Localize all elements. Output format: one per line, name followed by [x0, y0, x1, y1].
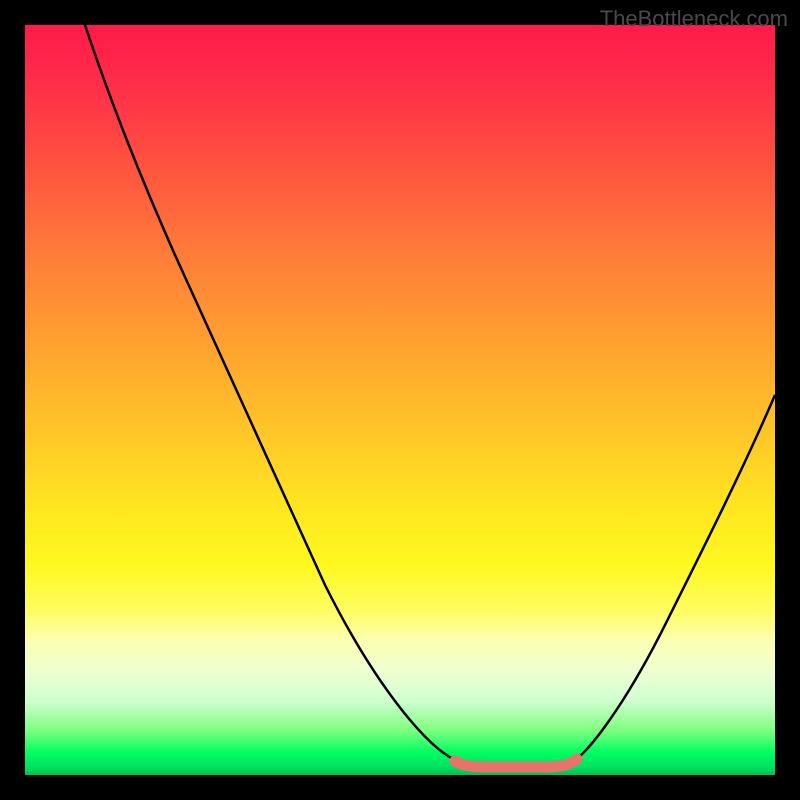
bottleneck-curve-path — [85, 25, 775, 767]
optimal-range-marker-path — [455, 759, 577, 767]
watermark-text: TheBottleneck.com — [600, 6, 788, 32]
plot-area — [25, 25, 775, 775]
chart-svg — [25, 25, 775, 775]
